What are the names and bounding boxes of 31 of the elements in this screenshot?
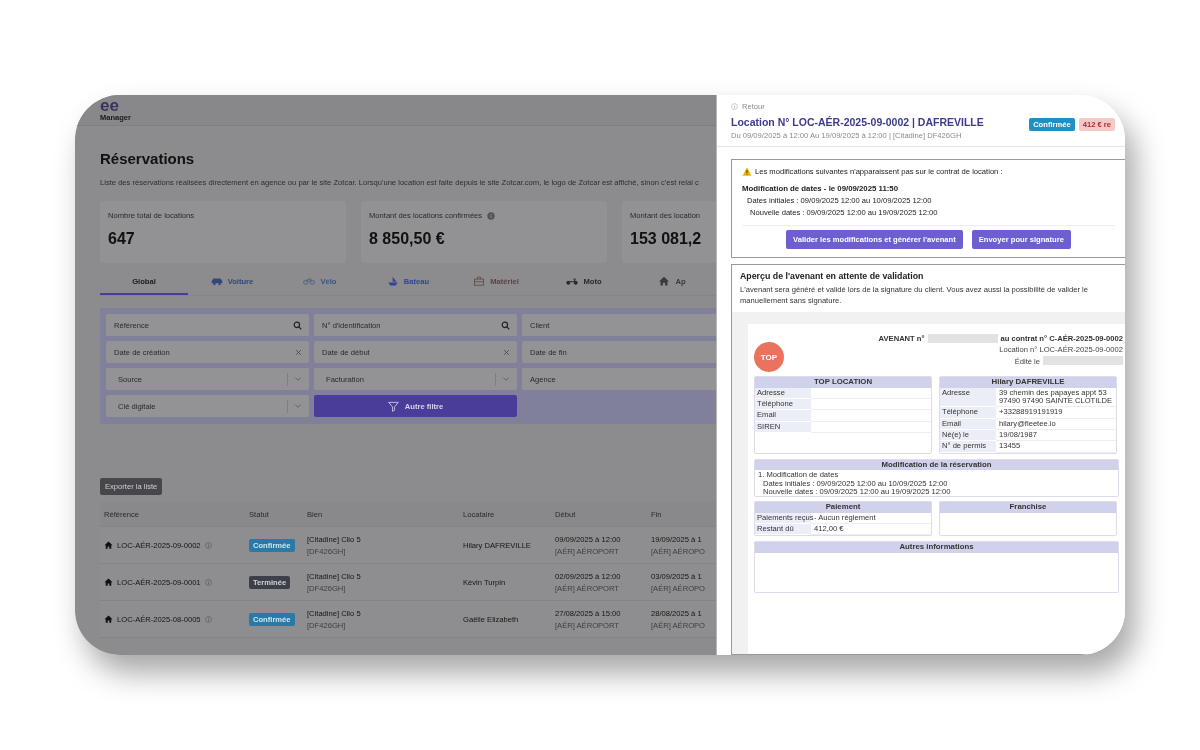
house-icon: [104, 541, 113, 549]
info-icon: [204, 615, 212, 623]
search-icon: [501, 320, 510, 330]
stat-value: 647: [108, 230, 136, 248]
stat-value: 153 081,2: [630, 230, 703, 248]
search-icon: [293, 320, 302, 330]
redacted-block: [927, 334, 998, 343]
warning-icon: [742, 167, 752, 176]
stat-value: 8 850,50 €: [369, 230, 446, 248]
house-icon: [104, 578, 113, 586]
chevron-icon: [294, 376, 302, 382]
toolbox-icon: [473, 276, 486, 286]
back-icon: [731, 103, 738, 110]
page-title: Réservations: [100, 150, 196, 167]
chevron-icon: [502, 376, 510, 382]
bicycle-icon: [303, 276, 316, 286]
info-icon: [204, 541, 212, 549]
preview-title: Aperçu de l'avenant en attente de validation: [739, 271, 925, 281]
house-icon: [104, 615, 113, 623]
house-icon: [658, 276, 671, 286]
rental-title: Location N° LOC-AÉR-2025-09-0002 | DAFREVILLE: [731, 116, 984, 128]
clear-icon: [503, 348, 510, 356]
car-icon: [210, 276, 223, 286]
filter-icon: [387, 400, 399, 412]
clear-icon: [295, 348, 302, 356]
logo-text: ee: [100, 98, 120, 113]
boat-icon: [386, 276, 399, 286]
chevron-icon: [294, 403, 302, 409]
company-logo: TOP: [754, 342, 784, 372]
info-icon: [204, 578, 212, 586]
motorbike-icon: [566, 276, 579, 286]
